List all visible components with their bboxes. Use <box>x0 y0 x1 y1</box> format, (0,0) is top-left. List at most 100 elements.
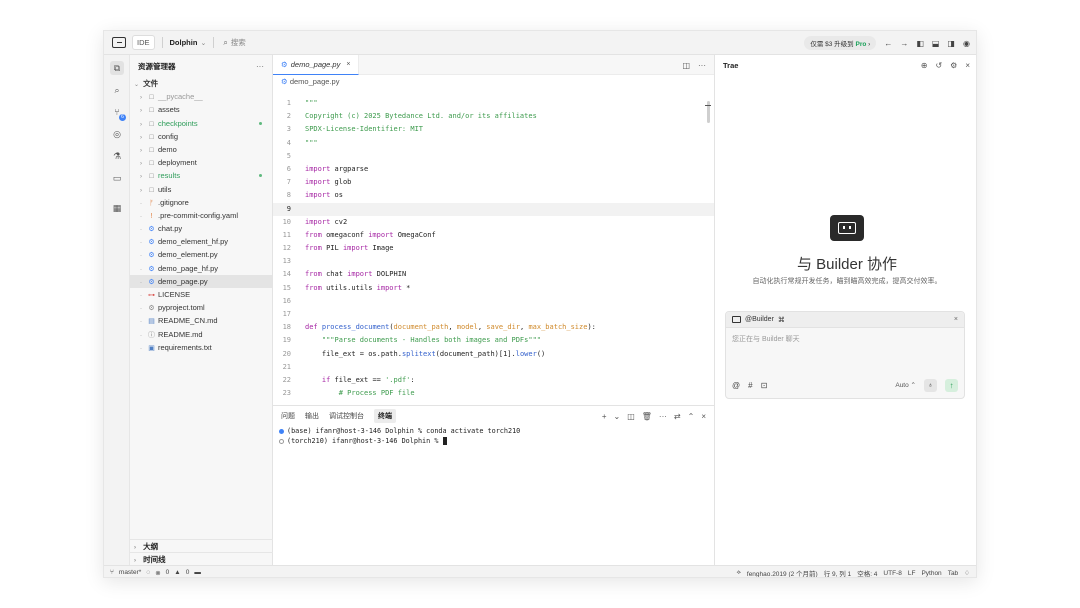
tab-mode[interactable]: Tab <box>948 570 958 577</box>
more-icon[interactable]: ··· <box>698 61 706 70</box>
agent-chip[interactable]: @Builder ⌘ × <box>726 312 964 328</box>
terminal-line[interactable]: (base) ifanr@host-3-146 Dolphin % conda … <box>273 426 714 436</box>
remote-icon[interactable]: ▭ <box>110 171 124 185</box>
chat-input[interactable]: 您正在与 Builder 聊天 <box>726 328 964 350</box>
hash-icon[interactable]: # <box>748 381 752 390</box>
sync-icon[interactable]: ◌ <box>146 569 150 576</box>
code-line[interactable]: 2 Copyright (c) 2025 Bytedance Ltd. and/o… <box>273 110 714 123</box>
forward-arrow-icon[interactable]: → <box>900 39 908 48</box>
tree-file[interactable]: · ▣ requirements.txt <box>130 341 272 354</box>
outline-section[interactable]: › 大纲 <box>130 538 273 552</box>
tree-folder[interactable]: › □ deployment <box>130 156 272 169</box>
more-icon[interactable]: ··· <box>659 412 667 421</box>
chevron-down-icon[interactable]: ⌄ <box>200 39 206 47</box>
add-terminal-icon[interactable]: + <box>602 412 607 421</box>
tree-folder[interactable]: › □ config <box>130 130 272 143</box>
close-icon[interactable]: × <box>954 316 958 323</box>
code-line[interactable]: 22 if file_ext == '.pdf': <box>273 374 714 387</box>
tab-demo-page-py[interactable]: ⚙ demo_page.py × <box>273 54 360 75</box>
language-mode[interactable]: Python <box>921 570 941 577</box>
run-debug-icon[interactable]: ◎ <box>110 127 124 141</box>
extensions-icon[interactable]: ⚗ <box>110 149 124 163</box>
code-line[interactable]: 13 <box>273 255 714 268</box>
mention-icon[interactable]: @ <box>732 381 740 390</box>
code-line[interactable]: 11 from omegaconf import OmegaConf <box>273 229 714 242</box>
terminal-line[interactable]: (torch210) ifanr@host-3-146 Dolphin % <box>273 436 714 446</box>
toggle-panel-icon[interactable]: ⬓ <box>932 39 940 48</box>
tree-file[interactable]: · ⚙ demo_element_hf.py <box>130 235 272 248</box>
panel-tab[interactable]: 问题 <box>281 411 295 421</box>
tree-file[interactable]: · ⚙ demo_page_hf.py <box>130 262 272 275</box>
code-line[interactable]: 12 from PIL import Image <box>273 242 714 255</box>
tree-folder[interactable]: › □ assets <box>130 103 272 116</box>
code-line[interactable]: 18 def process_document(document_path, mo… <box>273 321 714 334</box>
breadcrumb[interactable]: ⚙ demo_page.py <box>273 75 714 89</box>
error-count[interactable]: 0 <box>166 569 170 576</box>
indentation[interactable]: 空格: 4 <box>857 568 877 577</box>
back-arrow-icon[interactable]: ← <box>884 39 892 48</box>
cursor-position[interactable]: 行 9, 列 1 <box>824 568 851 577</box>
panel-tab[interactable]: 调试控制台 <box>329 411 364 421</box>
tree-file[interactable]: · ▤ README_CN.md <box>130 314 272 327</box>
model-selector[interactable]: Auto ⌃ <box>895 381 916 389</box>
code-area[interactable]: 1 """ 2 Copyright (c) 2025 Bytedance Ltd. a… <box>273 97 714 400</box>
microphone-icon[interactable]: ♁ <box>924 378 937 392</box>
code-line[interactable]: 15 from utils.utils import * <box>273 282 714 295</box>
account-icon[interactable]: ◉ <box>963 39 970 48</box>
panel-tab[interactable]: 输出 <box>305 411 319 421</box>
code-line[interactable]: 19 """Parse documents - Handles both ima… <box>273 334 714 347</box>
code-line[interactable]: 21 <box>273 361 714 374</box>
history-icon[interactable]: ↺ <box>935 61 942 70</box>
code-line[interactable]: 16 <box>273 295 714 308</box>
tree-file[interactable]: · ⚙ pyproject.toml <box>130 301 272 314</box>
timeline-section[interactable]: › 时间线 <box>130 551 273 565</box>
code-line[interactable]: 1 """ <box>273 97 714 110</box>
tree-folder[interactable]: › □ results <box>130 169 272 182</box>
tree-folder[interactable]: › □ __pycache__ <box>130 90 272 103</box>
maximize-panel-icon[interactable]: ⌃ <box>688 412 695 421</box>
source-control-icon[interactable]: ⑂ 6 <box>110 105 126 121</box>
image-icon[interactable]: ⊡ <box>761 381 768 390</box>
tree-file[interactable]: · ⓘ README.md <box>130 328 272 341</box>
close-icon[interactable]: × <box>965 61 970 70</box>
panel-tab[interactable]: 终端 <box>374 409 396 423</box>
tree-folder[interactable]: › □ checkpoints <box>130 117 272 130</box>
branch-name[interactable]: master* <box>119 569 141 576</box>
code-line[interactable]: 23 # Process PDF file <box>273 387 714 400</box>
tree-folder[interactable]: › □ demo <box>130 143 272 156</box>
grid-icon[interactable]: ▦ <box>110 201 124 215</box>
split-terminal-icon[interactable]: ◫ <box>627 412 635 421</box>
search-icon[interactable]: ⌕ <box>223 38 227 48</box>
explorer-icon[interactable]: ⧉ <box>110 61 124 75</box>
toggle-right-panel-icon[interactable]: ◨ <box>947 39 955 48</box>
git-blame[interactable]: fenghao.2019 (2 个月前) <box>747 568 818 577</box>
code-line[interactable]: 10 import cv2 <box>273 216 714 229</box>
code-line[interactable]: 6 import argparse <box>273 163 714 176</box>
line-ending[interactable]: LF <box>908 570 916 577</box>
split-editor-icon[interactable]: ◫ <box>682 61 690 70</box>
chevron-down-icon[interactable]: ⌄ <box>614 412 621 421</box>
toggle-sidebar-icon[interactable]: ◧ <box>916 39 924 48</box>
project-selector[interactable]: Dolphin <box>170 38 198 47</box>
code-line[interactable]: 5 <box>273 150 714 163</box>
close-icon[interactable]: × <box>346 61 350 68</box>
new-chat-icon[interactable]: ⊕ <box>921 61 928 70</box>
warning-count[interactable]: 0 <box>186 569 190 576</box>
code-line[interactable]: 9 <box>273 202 714 216</box>
search-box[interactable]: 搜索 <box>231 37 246 48</box>
code-line[interactable]: 14 from chat import DOLPHIN <box>273 268 714 281</box>
more-icon[interactable]: ··· <box>256 62 264 71</box>
tree-file[interactable]: · ⚙ chat.py <box>130 222 272 235</box>
trash-icon[interactable]: 🗑 <box>642 412 652 421</box>
code-line[interactable]: 20 file_ext = os.path.splitext(document_… <box>273 348 714 361</box>
tree-folder[interactable]: › □ utils <box>130 183 272 196</box>
code-line[interactable]: 8 import os <box>273 189 714 202</box>
tree-file[interactable]: · ⚙ demo_page.py <box>130 274 272 288</box>
upgrade-pro-button[interactable]: 仅需 $3 升级到 Pro › <box>804 36 877 50</box>
tree-file[interactable]: ·! .pre-commit-config.yaml <box>130 209 272 222</box>
layout-icon[interactable]: ⇄ <box>674 412 681 421</box>
tree-file[interactable]: · ⚙ demo_element.py <box>130 248 272 261</box>
code-line[interactable]: 3 SPDX-License-Identifier: MIT <box>273 123 714 136</box>
code-line[interactable]: 4 """ <box>273 137 714 150</box>
code-line[interactable]: 17 <box>273 308 714 321</box>
